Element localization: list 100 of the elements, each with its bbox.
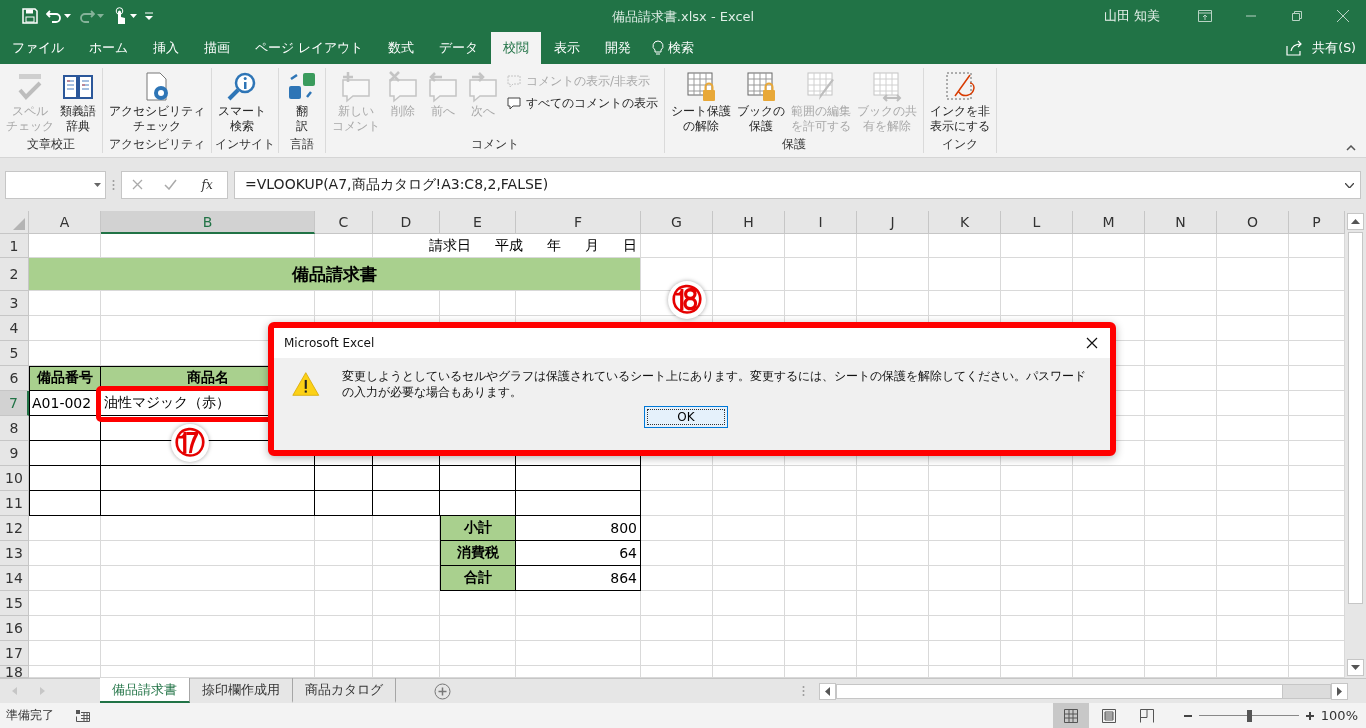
sheet-tab[interactable]: 備品請求書 bbox=[100, 678, 190, 703]
row-header[interactable]: 11 bbox=[0, 491, 29, 516]
zoom-thumb[interactable] bbox=[1246, 709, 1252, 722]
column-header[interactable]: B bbox=[101, 211, 315, 234]
column-header[interactable]: D bbox=[373, 211, 440, 234]
menu-tab[interactable]: ホーム bbox=[77, 32, 140, 64]
sheet-cell bbox=[315, 541, 373, 566]
sheet-cell bbox=[713, 616, 785, 641]
sheet-cell bbox=[1073, 566, 1145, 591]
column-header[interactable]: C bbox=[315, 211, 373, 234]
ribbon-button[interactable]: ブックの保護 bbox=[734, 68, 788, 134]
zoom-in-icon[interactable] bbox=[1304, 710, 1315, 721]
view-button[interactable] bbox=[1052, 703, 1089, 728]
column-header[interactable]: J bbox=[857, 211, 929, 234]
sheet-cell bbox=[641, 666, 713, 678]
sheet-cell bbox=[1289, 591, 1345, 616]
total-label: 合計 bbox=[440, 566, 516, 591]
check-icon[interactable] bbox=[163, 179, 177, 190]
tell-me-button[interactable]: 検索 bbox=[644, 32, 702, 64]
formula-field[interactable]: =VLOOKUP(A7,商品カタログ!A3:C8,2,FALSE) bbox=[234, 170, 1361, 199]
macro-icon[interactable] bbox=[76, 709, 90, 722]
ribbon-button[interactable]: シート保護の解除 bbox=[668, 68, 734, 134]
row-header[interactable]: 8 bbox=[0, 416, 29, 441]
sheet-cell bbox=[315, 491, 373, 516]
share-button[interactable]: 共有(S) bbox=[1276, 32, 1366, 64]
total-label: 小計 bbox=[440, 516, 516, 541]
column-header[interactable]: A bbox=[29, 211, 101, 234]
scrollbar-thumb[interactable] bbox=[837, 684, 1283, 698]
row-header[interactable]: 1 bbox=[0, 234, 29, 258]
ok-button[interactable]: OK bbox=[644, 406, 728, 428]
row-header[interactable]: 9 bbox=[0, 441, 29, 466]
caret-icon bbox=[94, 182, 101, 187]
row-header[interactable]: 16 bbox=[0, 616, 29, 641]
column-header[interactable]: L bbox=[1001, 211, 1073, 234]
column-header[interactable]: G bbox=[641, 211, 713, 234]
row-header[interactable]: 17 bbox=[0, 641, 29, 666]
sheet-cell bbox=[373, 516, 440, 541]
scroll-left-icon[interactable] bbox=[819, 682, 836, 700]
column-header[interactable]: P bbox=[1289, 211, 1345, 234]
zoom-level[interactable]: 100% bbox=[1320, 708, 1358, 723]
expand-icon[interactable] bbox=[1345, 182, 1354, 188]
column-header[interactable]: E bbox=[440, 211, 516, 234]
scroll-up-icon[interactable] bbox=[1347, 213, 1364, 230]
row-header[interactable]: 7 bbox=[0, 391, 29, 416]
sheet-cell bbox=[929, 641, 1001, 666]
row-header[interactable]: 3 bbox=[0, 291, 29, 316]
column-header[interactable]: M bbox=[1073, 211, 1145, 234]
sheet-cell bbox=[713, 516, 785, 541]
menu-tab[interactable]: 校閲 bbox=[491, 32, 541, 64]
sheet-cell bbox=[641, 466, 713, 491]
row-header[interactable]: 6 bbox=[0, 366, 29, 391]
row-header[interactable]: 15 bbox=[0, 591, 29, 616]
column-header[interactable]: O bbox=[1217, 211, 1289, 234]
menu-tab[interactable]: 表示 bbox=[542, 32, 592, 64]
ribbon-button[interactable]: インクを非表示にする bbox=[927, 68, 993, 134]
ribbon-button[interactable]: アクセシビリティチェック bbox=[106, 68, 208, 134]
sheet-cell bbox=[713, 541, 785, 566]
menu-tab[interactable]: データ bbox=[427, 32, 490, 64]
row-header[interactable]: 18 bbox=[0, 666, 29, 678]
row-header[interactable]: 14 bbox=[0, 566, 29, 591]
menu-tab[interactable]: 数式 bbox=[376, 32, 426, 64]
sheet-cell bbox=[857, 258, 929, 291]
column-header[interactable]: H bbox=[713, 211, 785, 234]
sheet-cell bbox=[29, 591, 101, 616]
menu-tab[interactable]: 挿入 bbox=[141, 32, 191, 64]
ribbon-button[interactable]: 翻訳 bbox=[282, 68, 322, 134]
column-header[interactable]: K bbox=[929, 211, 1001, 234]
sheet-cell bbox=[1217, 391, 1289, 416]
row-header[interactable]: 2 bbox=[0, 258, 29, 291]
row-header[interactable]: 4 bbox=[0, 316, 29, 341]
collapse-icon[interactable] bbox=[1346, 145, 1356, 151]
cell-text: 月 bbox=[585, 236, 599, 255]
menu-tab[interactable]: 開発 bbox=[593, 32, 643, 64]
row-header[interactable]: 13 bbox=[0, 541, 29, 566]
scroll-down-icon[interactable] bbox=[1347, 659, 1364, 676]
insert-function-button[interactable]: fx bbox=[197, 177, 217, 192]
sheet-cell bbox=[929, 591, 1001, 616]
sheet-cell bbox=[29, 491, 101, 516]
sheet-cell bbox=[1289, 316, 1345, 341]
sheet-cell bbox=[1217, 341, 1289, 366]
ribbon-button[interactable]: 類義語辞典 bbox=[57, 68, 99, 134]
sheet-cell bbox=[1217, 541, 1289, 566]
scroll-right-icon[interactable] bbox=[1331, 682, 1348, 700]
menu-tab[interactable]: ファイル bbox=[0, 32, 76, 64]
row-header[interactable]: 12 bbox=[0, 516, 29, 541]
group-label: コメント bbox=[470, 137, 520, 153]
ribbon-button[interactable]: スマート検索 bbox=[215, 68, 269, 134]
column-header[interactable]: I bbox=[785, 211, 857, 234]
menu-tab[interactable]: ページ レイアウト bbox=[243, 32, 375, 64]
sheet-cell bbox=[1073, 616, 1145, 641]
row-header[interactable]: 10 bbox=[0, 466, 29, 491]
row-header[interactable]: 5 bbox=[0, 341, 29, 366]
menu-tab[interactable]: 描画 bbox=[192, 32, 242, 64]
sheet-cell bbox=[1217, 516, 1289, 541]
sheet-cell bbox=[1145, 316, 1217, 341]
column-header[interactable]: F bbox=[516, 211, 641, 234]
scrollbar-thumb[interactable] bbox=[1348, 232, 1363, 604]
ribbon-button[interactable]: すべてのコメントの表示 bbox=[503, 93, 661, 113]
sheet-cell bbox=[1145, 666, 1217, 678]
column-header[interactable]: N bbox=[1145, 211, 1217, 234]
